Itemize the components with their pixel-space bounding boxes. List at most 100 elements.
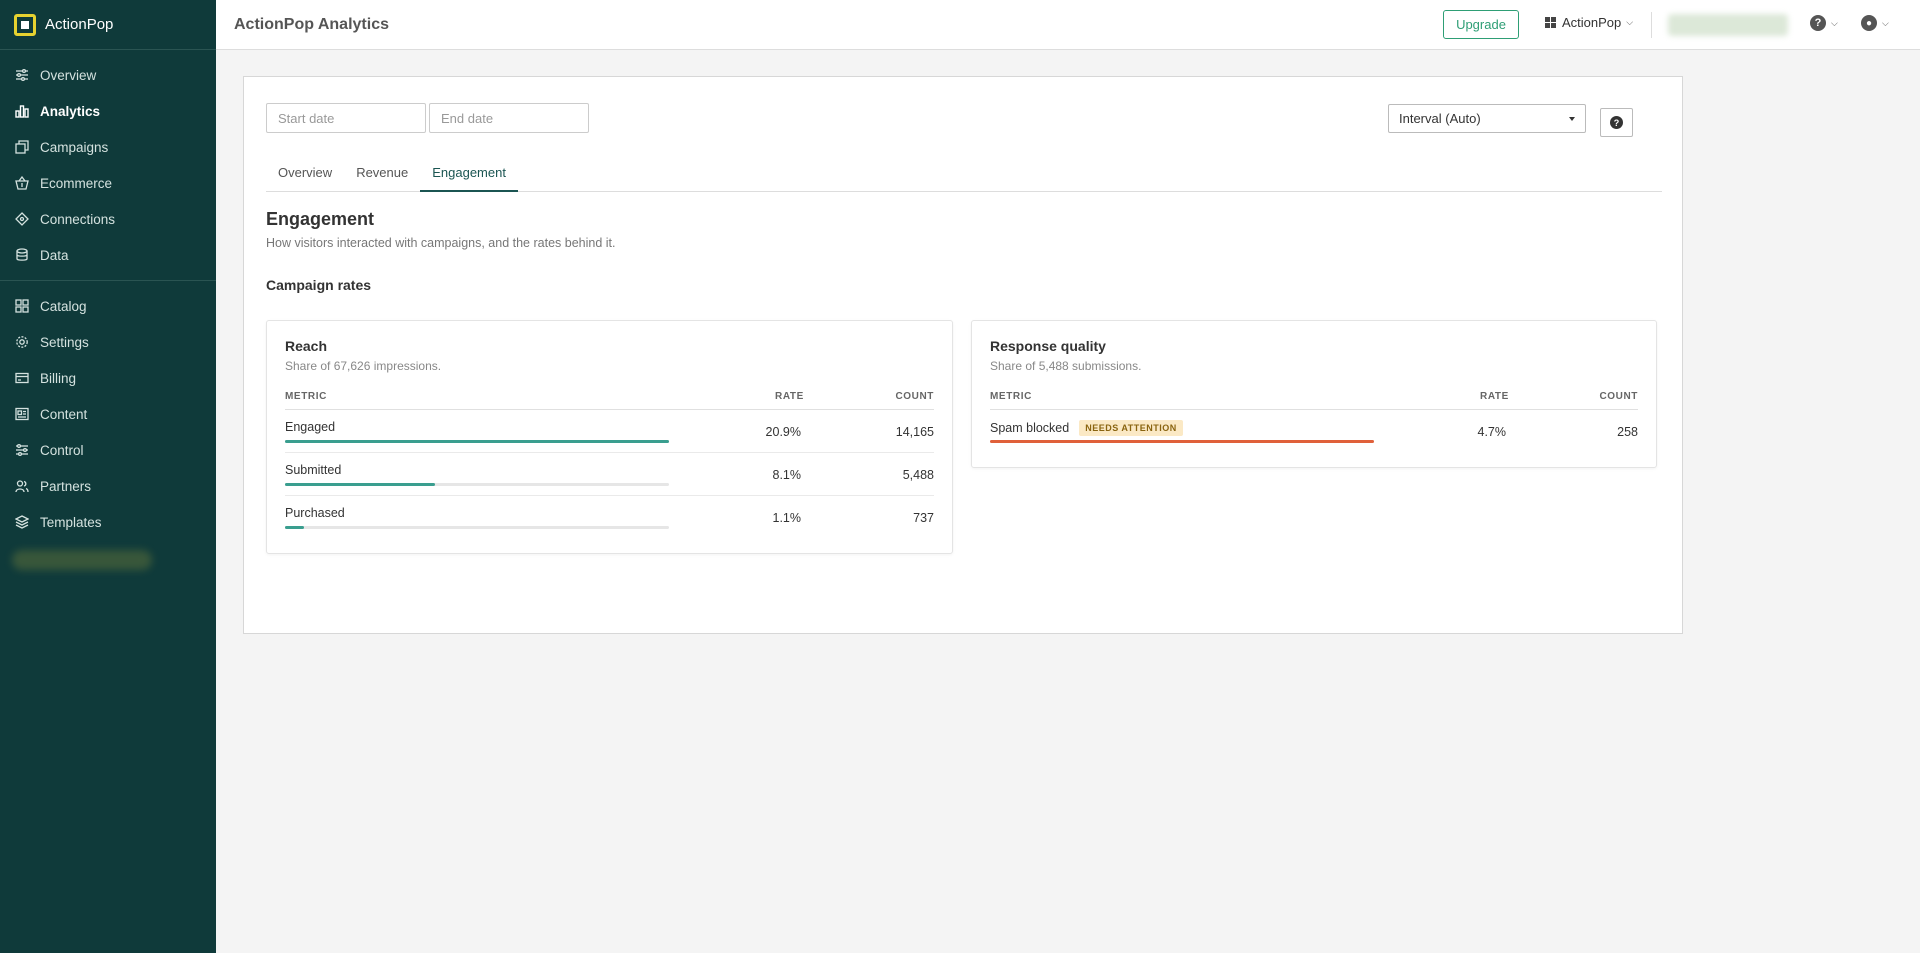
- sidebar-item-catalog[interactable]: Catalog: [0, 288, 216, 324]
- bar-chart-icon: [15, 104, 29, 118]
- metric-name: Engaged: [285, 420, 336, 434]
- interval-label: Interval (Auto): [1399, 111, 1481, 126]
- brand[interactable]: ActionPop: [0, 0, 216, 50]
- sidebar-item-label: Connections: [40, 211, 116, 227]
- count-value: 14,165: [895, 425, 934, 439]
- upgrade-button[interactable]: Upgrade: [1443, 10, 1519, 39]
- top-header: ActionPop Analytics Upgrade ActionPop ⌵ …: [216, 0, 1920, 50]
- sidebar-item-connections[interactable]: Connections: [0, 201, 216, 237]
- tab-revenue[interactable]: Revenue: [344, 157, 420, 192]
- user-menu[interactable]: ● ⌵: [1861, 15, 1889, 31]
- rate-value: 20.9%: [765, 425, 801, 439]
- rate-bar-fill: [285, 440, 669, 443]
- help-button[interactable]: ?: [1600, 108, 1633, 137]
- page-title: ActionPop Analytics: [234, 15, 389, 33]
- rate-bar-track: [285, 483, 669, 486]
- metric-name: Spam blocked NEEDS ATTENTION: [990, 420, 1183, 436]
- sidebar-item-label: Billing: [40, 370, 77, 386]
- redacted-account: [1668, 14, 1788, 36]
- sidebar-item-settings[interactable]: Settings: [0, 324, 216, 360]
- section-title: Engagement: [266, 209, 375, 229]
- sidebar-item-ecommerce[interactable]: Ecommerce: [0, 165, 216, 201]
- table-header: METRIC RATE COUNT: [990, 389, 1638, 410]
- brand-name: ActionPop: [45, 16, 114, 33]
- grid-icon: [15, 299, 29, 313]
- credit-card-icon: [15, 371, 29, 385]
- card-subtitle: Share of 67,626 impressions.: [285, 359, 442, 373]
- workspace-label: ActionPop: [1562, 15, 1622, 30]
- sidebar-item-templates[interactable]: Templates: [0, 504, 216, 540]
- redacted-item: [12, 550, 152, 570]
- help-icon: ?: [1610, 116, 1623, 129]
- sidebar-item-label: Control: [40, 442, 84, 458]
- sidebar-item-control[interactable]: Control: [0, 432, 216, 468]
- metric-name: Submitted: [285, 463, 342, 477]
- sidebar-item-overview[interactable]: Overview: [0, 57, 216, 93]
- rate-bar-fill: [285, 526, 305, 529]
- sidebar-item-label: Analytics: [40, 103, 101, 119]
- subsection-title: Campaign rates: [266, 277, 372, 293]
- response-quality-card: Response quality Share of 5,488 submissi…: [971, 320, 1657, 468]
- apps-grid-icon: [1545, 17, 1556, 28]
- sidebar-item-data[interactable]: Data: [0, 237, 216, 273]
- nav-group-secondary: Catalog Settings Billing Content Control…: [0, 281, 216, 587]
- reach-table: METRIC RATE COUNT Engaged 20.9% 14,165 S…: [285, 389, 934, 539]
- sidebar-item-label: Campaigns: [40, 139, 109, 155]
- rate-value: 1.1%: [772, 511, 802, 525]
- people-icon: [15, 479, 29, 493]
- table-row: Engaged 20.9% 14,165: [285, 410, 934, 453]
- rate-bar-fill: [285, 483, 435, 486]
- analytics-tabs: Overview Revenue Engagement: [266, 157, 1662, 192]
- rate-value: 4.7%: [1477, 425, 1507, 439]
- column-header-rate: RATE: [775, 391, 804, 402]
- quality-table: METRIC RATE COUNT Spam blocked NEEDS ATT…: [990, 389, 1638, 453]
- column-header-metric: METRIC: [990, 391, 1032, 402]
- metric-name: Purchased: [285, 506, 345, 520]
- end-date-input[interactable]: [429, 103, 589, 133]
- sidebar-item-campaigns[interactable]: Campaigns: [0, 129, 216, 165]
- sidebar-item-label: Templates: [40, 514, 102, 530]
- table-row: Spam blocked NEEDS ATTENTION 4.7% 258: [990, 410, 1638, 453]
- reach-card: Reach Share of 67,626 impressions. METRI…: [266, 320, 953, 554]
- logo-icon: [14, 13, 36, 36]
- tab-overview[interactable]: Overview: [266, 157, 344, 192]
- sidebar-item-partners[interactable]: Partners: [0, 468, 216, 504]
- interval-select[interactable]: Interval (Auto): [1388, 104, 1586, 133]
- stack-icon: [15, 515, 29, 529]
- sidebar-item-label: Content: [40, 406, 88, 422]
- sidebar-item-analytics[interactable]: Analytics: [0, 93, 216, 129]
- content-icon: [15, 407, 29, 421]
- database-icon: [15, 248, 29, 262]
- column-header-rate: RATE: [1480, 391, 1509, 402]
- column-header-count: COUNT: [1599, 391, 1638, 402]
- rate-bar-track: [990, 440, 1374, 443]
- sidebar-item-label: Data: [40, 247, 69, 263]
- card-subtitle: Share of 5,488 submissions.: [990, 359, 1142, 373]
- start-date-input[interactable]: [266, 103, 426, 133]
- sidebar-item-content[interactable]: Content: [0, 396, 216, 432]
- chevron-down-icon: ⌵: [1882, 17, 1889, 28]
- chevron-down-icon: ⌵: [1626, 17, 1634, 27]
- rate-bar-track: [285, 526, 669, 529]
- sidebar-item-label: Ecommerce: [40, 175, 113, 191]
- nav-group-main: Overview Analytics Campaigns Ecommerce C…: [0, 50, 216, 281]
- column-header-count: COUNT: [895, 391, 934, 402]
- column-header-metric: METRIC: [285, 391, 327, 402]
- rate-bar-fill: [990, 440, 1374, 443]
- user-icon: ●: [1861, 15, 1877, 31]
- chevron-down-icon: ⌵: [1831, 17, 1838, 28]
- sidebar-item-label: Partners: [40, 478, 92, 494]
- layers-window-icon: [15, 140, 29, 154]
- card-title: Response quality: [990, 338, 1106, 354]
- tab-engagement[interactable]: Engagement: [420, 157, 518, 192]
- workspace-switcher[interactable]: ActionPop ⌵: [1545, 15, 1633, 30]
- count-value: 258: [1617, 425, 1638, 439]
- count-value: 5,488: [902, 468, 934, 482]
- help-menu[interactable]: ? ⌵: [1810, 15, 1838, 31]
- control-sliders-icon: [15, 443, 29, 457]
- sidebar-item-billing[interactable]: Billing: [0, 360, 216, 396]
- help-icon: ?: [1810, 15, 1826, 31]
- rate-value: 8.1%: [772, 468, 802, 482]
- card-title: Reach: [285, 338, 328, 354]
- caret-down-icon: [1569, 116, 1575, 121]
